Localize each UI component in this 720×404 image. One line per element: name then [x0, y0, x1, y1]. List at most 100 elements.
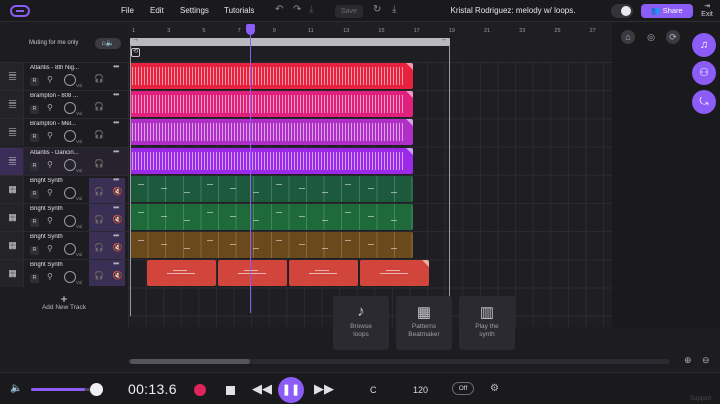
volume-knob[interactable]	[64, 130, 76, 143]
track-header[interactable]: 𝄚 Brampton - Mel... R ⚲ Vol 🎧 •••	[0, 118, 128, 147]
more-options-icon[interactable]: •••	[113, 62, 119, 71]
record-arm-button[interactable]: R	[30, 133, 39, 143]
track-type-strip[interactable]: ▦	[0, 232, 24, 260]
tool-panel-piano-keys[interactable]: ▥ Play the synth	[459, 296, 515, 350]
effects-icon[interactable]: ⚲	[47, 131, 53, 140]
exit-button[interactable]: ⇥ Exit	[699, 3, 715, 19]
pattern-clip[interactable]	[360, 260, 429, 287]
effects-icon[interactable]: ⚲	[47, 103, 53, 112]
rewind-button[interactable]: ◀◀	[252, 381, 272, 397]
playhead-handle[interactable]	[246, 24, 255, 35]
effects-icon[interactable]: ⚲	[47, 75, 53, 84]
track-name[interactable]: Bright Synth	[30, 206, 86, 212]
mute-speaker-icon[interactable]: 🔇	[112, 243, 123, 252]
record-arm-button[interactable]: R	[30, 218, 39, 227]
effects-icon[interactable]: ⚲	[47, 216, 53, 225]
track-name[interactable]: Brampton - 808 ...	[30, 93, 86, 99]
snap-icon[interactable]: ◎	[644, 30, 658, 44]
headphones-icon[interactable]: 🎧	[94, 243, 104, 252]
more-options-icon[interactable]: •••	[113, 203, 119, 212]
volume-knob[interactable]	[64, 243, 76, 256]
mute-speaker-icon[interactable]: 🔇	[112, 271, 123, 280]
track-type-strip[interactable]: 𝄚	[0, 91, 24, 119]
save-button[interactable]: Save	[335, 5, 363, 18]
loop-start-arrow-icon[interactable]: →	[132, 36, 139, 43]
volume-knob[interactable]	[64, 102, 76, 115]
volume-knob[interactable]	[64, 215, 76, 227]
menu-edit[interactable]: Edit	[150, 6, 164, 15]
effects-icon[interactable]: ⚲	[47, 244, 53, 253]
effects-icon[interactable]: ⚲	[47, 188, 53, 197]
track-clip[interactable]	[130, 119, 413, 146]
loop-toggle-icon[interactable]: ⟲	[131, 48, 140, 57]
track-header[interactable]: ▦ Bright Synth R ⚲ Vol 🎧 ••• 🔇	[0, 174, 128, 203]
headphones-icon[interactable]: 🎧	[94, 187, 104, 196]
record-arm-button[interactable]: R	[30, 161, 39, 171]
playhead[interactable]	[246, 24, 255, 313]
menu-file[interactable]: File	[121, 6, 134, 15]
track-clip[interactable]	[130, 232, 413, 259]
loop-icon[interactable]: ⟳	[666, 30, 680, 44]
time-ruler[interactable]: 1 3 5 7 9 11 13 15 17 19 21 23 25 27	[128, 28, 612, 38]
headphones-icon[interactable]: 🎧	[94, 74, 104, 83]
record-arm-button[interactable]: R	[30, 77, 39, 86]
track-type-strip[interactable]: ▦	[0, 175, 24, 203]
pattern-clip[interactable]	[218, 260, 287, 287]
music-library-button[interactable]: ♫	[692, 33, 716, 57]
track-name[interactable]: Bright Synth	[30, 262, 86, 268]
share-button[interactable]: 👥 Share	[641, 4, 693, 18]
download-icon[interactable]: ⤓	[392, 4, 396, 15]
track-header[interactable]: ▦ Bright Synth R ⚲ Vol 🎧 ••• 🔇	[0, 203, 128, 231]
redo-icon[interactable]: ↷	[293, 4, 301, 15]
horizontal-scrollbar[interactable]	[128, 359, 670, 364]
pattern-clip[interactable]	[289, 260, 358, 287]
stop-button[interactable]	[226, 386, 235, 395]
pattern-clip[interactable]	[147, 260, 216, 287]
collaborators-button[interactable]: ⚇	[692, 61, 716, 85]
track-header[interactable]: 𝄚 Atlantis - 8th Nig... R ⚲ Vol 🎧 •••	[0, 62, 128, 90]
mute-speaker-icon[interactable]: 🔇	[112, 215, 123, 224]
zoom-out-icon[interactable]: ⊖	[702, 355, 710, 366]
metronome-toggle[interactable]: Off	[452, 382, 474, 395]
effects-icon[interactable]: ⚲	[47, 160, 53, 169]
theme-toggle[interactable]	[611, 4, 633, 18]
track-header[interactable]: 𝄚 Atlantis - Dancin... R ⚲ Vol 🎧 •••	[0, 146, 128, 175]
track-type-strip[interactable]: ▦	[0, 204, 24, 231]
remix-button[interactable]: ⤿	[692, 90, 716, 114]
arrangement-grid[interactable]	[128, 62, 612, 327]
master-volume-slider[interactable]	[31, 388, 97, 391]
record-arm-button[interactable]: R	[30, 246, 39, 256]
track-clip[interactable]	[130, 147, 413, 174]
track-type-strip[interactable]: 𝄚	[0, 63, 24, 90]
track-name[interactable]: Atlantis - 8th Nig...	[30, 65, 86, 71]
headphones-icon[interactable]: 🎧	[94, 159, 104, 168]
track-header[interactable]: ▦ Bright Synth R ⚲ Vol 🎧 ••• 🔇	[0, 231, 128, 260]
volume-knob[interactable]	[64, 158, 76, 171]
record-button[interactable]	[194, 384, 206, 396]
gear-icon[interactable]: ⚙	[490, 383, 499, 394]
zoom-in-icon[interactable]: ⊕	[684, 355, 692, 366]
add-track-button[interactable]: + Add New Track	[30, 293, 98, 311]
track-type-strip[interactable]: 𝄚	[0, 119, 24, 147]
headphones-icon[interactable]: 🎧	[94, 271, 104, 280]
track-header[interactable]: 𝄚 Brampton - 808 ... R ⚲ Vol 🎧 •••	[0, 90, 128, 119]
track-name[interactable]: Bright Synth	[30, 178, 86, 184]
more-options-icon[interactable]: •••	[113, 231, 119, 240]
bpm-display[interactable]: 120	[413, 385, 428, 395]
menu-settings[interactable]: Settings	[180, 6, 209, 15]
mute-mode-toggle[interactable]: ⌂🔈	[95, 38, 121, 49]
track-name[interactable]: Brampton - Mel...	[30, 121, 86, 127]
track-clip[interactable]	[130, 204, 413, 230]
metronome-icon[interactable]: ⌂	[621, 30, 635, 44]
headphones-icon[interactable]: 🎧	[94, 102, 104, 111]
track-clip[interactable]	[130, 91, 413, 118]
record-arm-button[interactable]: R	[30, 105, 39, 115]
effects-icon[interactable]: ⚲	[47, 272, 53, 281]
app-logo[interactable]	[10, 5, 30, 17]
support-link[interactable]: Support	[690, 396, 711, 402]
more-options-icon[interactable]: •••	[113, 147, 119, 156]
record-arm-button[interactable]: R	[30, 274, 39, 284]
track-clip[interactable]	[130, 63, 413, 89]
fast-forward-button[interactable]: ▶▶	[314, 381, 334, 397]
project-title[interactable]: Kristal Rodriguez: melody w/ loops.	[418, 6, 608, 15]
